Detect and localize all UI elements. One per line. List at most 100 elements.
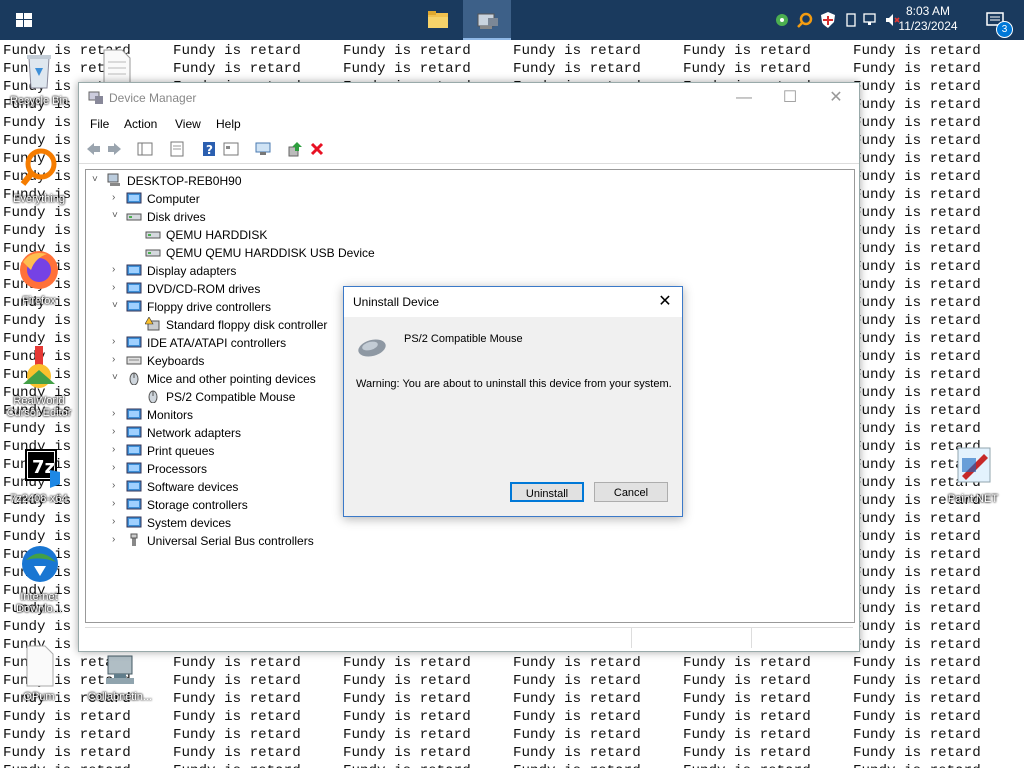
- dialog-titlebar[interactable]: Uninstall Device ✕: [344, 287, 682, 317]
- system-device-icon: [126, 516, 142, 528]
- start-button[interactable]: [0, 0, 48, 40]
- wallpaper-text-row: Fundy is retardFundy is retardFundy is r…: [3, 762, 1023, 768]
- tree-device[interactable]: QEMU QEMU HARDDISK USB Device: [131, 244, 631, 262]
- expand-chevron-icon[interactable]: ›: [112, 462, 122, 473]
- maximize-button[interactable]: ☐: [767, 83, 813, 113]
- desktop-icon-label: Collabnetin...: [87, 691, 153, 703]
- desktop-icon-internet-download-manager[interactable]: Internet Downlo...: [4, 542, 74, 615]
- storage-controller-icon: [126, 498, 142, 510]
- expand-chevron-icon[interactable]: ›: [112, 534, 122, 545]
- network-icon[interactable]: [863, 12, 879, 28]
- desktop-icon-opum[interactable]: OPum: [4, 644, 74, 703]
- desktop-icon-realworld-cursor-editor[interactable]: RealWorld Cursor Editor: [4, 344, 74, 419]
- usb-controller-icon: [130, 533, 138, 546]
- wallpaper-phrase: Fundy is retard: [343, 709, 471, 725]
- mouse-device-icon: [148, 390, 158, 403]
- update-driver-icon[interactable]: [287, 141, 303, 157]
- properties-icon[interactable]: [169, 141, 185, 157]
- back-arrow-icon[interactable]: [85, 141, 101, 157]
- expand-chevron-icon[interactable]: ›: [112, 444, 122, 455]
- wallpaper-phrase: Fundy is retard: [343, 727, 471, 743]
- desktop-icon-label: Internet Downlo...: [16, 591, 62, 615]
- menu-action[interactable]: Action: [124, 117, 157, 131]
- menu-bar: File Action View Help: [79, 113, 859, 135]
- desktop-icon-paint-net[interactable]: Paint.NET: [938, 444, 1008, 505]
- help-icon[interactable]: ?: [201, 141, 217, 157]
- minimize-button[interactable]: —: [721, 83, 767, 113]
- desktop-icon-everything[interactable]: Everything: [4, 146, 74, 205]
- device-manager-titlebar[interactable]: Device Manager — ☐ ✕: [79, 83, 859, 113]
- network-share-icon[interactable]: [774, 12, 790, 28]
- expand-chevron-icon[interactable]: ›: [112, 354, 122, 365]
- expand-chevron-icon[interactable]: ›: [112, 192, 122, 203]
- tree-category[interactable]: › Display adapters: [112, 262, 612, 280]
- menu-help[interactable]: Help: [216, 117, 241, 131]
- usb-eject-icon[interactable]: [844, 12, 858, 28]
- expand-chevron-icon[interactable]: ›: [112, 282, 122, 293]
- tree-node-label: DVD/CD-ROM drives: [147, 282, 261, 296]
- dvd-drive-icon: [126, 282, 142, 294]
- wallpaper-phrase: Fundy is retard: [173, 762, 343, 768]
- expand-chevron-icon[interactable]: ›: [112, 480, 122, 491]
- wallpaper-phrase: Fundy is retard: [3, 709, 131, 725]
- close-button[interactable]: ✕: [813, 83, 859, 113]
- collapse-chevron-icon[interactable]: ˅: [112, 210, 122, 221]
- desktop-icon-recycle-bin[interactable]: Recycle Bin: [4, 50, 74, 107]
- wallpaper-phrase: Fundy is retard: [853, 61, 981, 77]
- tree-node-label: Disk drives: [147, 210, 206, 224]
- expand-chevron-icon[interactable]: ›: [112, 336, 122, 347]
- expand-chevron-icon[interactable]: ›: [112, 498, 122, 509]
- expand-chevron-icon[interactable]: ›: [112, 408, 122, 419]
- cursor-editor-icon: [23, 346, 55, 388]
- expand-chevron-icon[interactable]: ›: [112, 264, 122, 275]
- show-hide-console-tree-icon[interactable]: [137, 141, 153, 157]
- tree-node-label: Monitors: [147, 408, 194, 422]
- wallpaper-text-row: Fundy is retardFundy is retardFundy is r…: [3, 654, 1023, 672]
- uninstall-device-dialog: Uninstall Device ✕ PS/2 Compatible Mouse…: [343, 286, 683, 517]
- windows-logo-icon: [16, 13, 32, 27]
- taskbar-device-manager[interactable]: [463, 0, 511, 40]
- dialog-warning-text: Warning: You are about to uninstall this…: [356, 378, 672, 390]
- wallpaper-phrase: Fundy is retard: [683, 691, 811, 707]
- wallpaper-phrase: Fundy is retard: [853, 277, 981, 293]
- cancel-button[interactable]: Cancel: [594, 482, 668, 502]
- notification-center-button[interactable]: 3: [986, 9, 1013, 38]
- menu-file[interactable]: File: [90, 117, 109, 131]
- tree-category[interactable]: ˅ Disk drives: [112, 208, 612, 226]
- wallpaper-text-row: Fundy is retardFundy is retardFundy is r…: [3, 672, 1023, 690]
- desktop-icon-collabnet[interactable]: Collabnetin...: [84, 652, 156, 703]
- tree-root-computer[interactable]: ˅ DESKTOP-REB0H90: [92, 172, 592, 190]
- tree-category[interactable]: › Universal Serial Bus controllers: [112, 532, 612, 550]
- tree-category[interactable]: › Computer: [112, 190, 612, 208]
- wallpaper-phrase: Fundy is retard: [3, 762, 173, 768]
- wallpaper-phrase: Fundy is retard: [853, 529, 981, 545]
- disk-icon: [145, 249, 161, 257]
- wallpaper-phrase: Fundy is retard: [173, 691, 301, 707]
- tree-node-label: System devices: [147, 516, 232, 530]
- taskbar-clock[interactable]: 8:03 AM 11/23/2024: [898, 4, 958, 34]
- wallpaper-phrase: Fundy is retard: [513, 673, 641, 689]
- desktop-icon-7zip-installer[interactable]: 7z 7z2408-x64: [4, 448, 74, 505]
- taskbar-file-explorer[interactable]: [414, 0, 462, 40]
- wallpaper-phrase: Fundy is retard: [853, 511, 981, 527]
- expand-chevron-icon[interactable]: ›: [112, 516, 122, 527]
- wallpaper-phrase: Fundy is retard: [513, 691, 641, 707]
- scan-hardware-icon[interactable]: [255, 141, 271, 157]
- collapse-chevron-icon[interactable]: ˅: [112, 372, 122, 383]
- search-everything-icon[interactable]: [797, 12, 813, 28]
- uninstall-device-icon[interactable]: [309, 141, 325, 157]
- security-shield-icon[interactable]: [820, 11, 836, 29]
- dialog-close-button[interactable]: ✕: [648, 287, 682, 317]
- desktop-icon-firefox[interactable]: Firefox: [4, 248, 74, 307]
- view-icon[interactable]: [223, 141, 239, 157]
- forward-arrow-icon[interactable]: [107, 141, 123, 157]
- computer-icon: [126, 192, 142, 204]
- expand-chevron-icon[interactable]: ›: [112, 426, 122, 437]
- collapse-chevron-icon[interactable]: ˅: [112, 300, 122, 311]
- tree-device[interactable]: QEMU HARDDISK: [131, 226, 631, 244]
- wallpaper-phrase: Fundy is retard: [853, 619, 981, 635]
- menu-view[interactable]: View: [175, 117, 201, 131]
- collapse-chevron-icon[interactable]: ˅: [92, 174, 102, 185]
- uninstall-button[interactable]: Uninstall: [510, 482, 584, 502]
- mouse-device-icon: [358, 339, 386, 357]
